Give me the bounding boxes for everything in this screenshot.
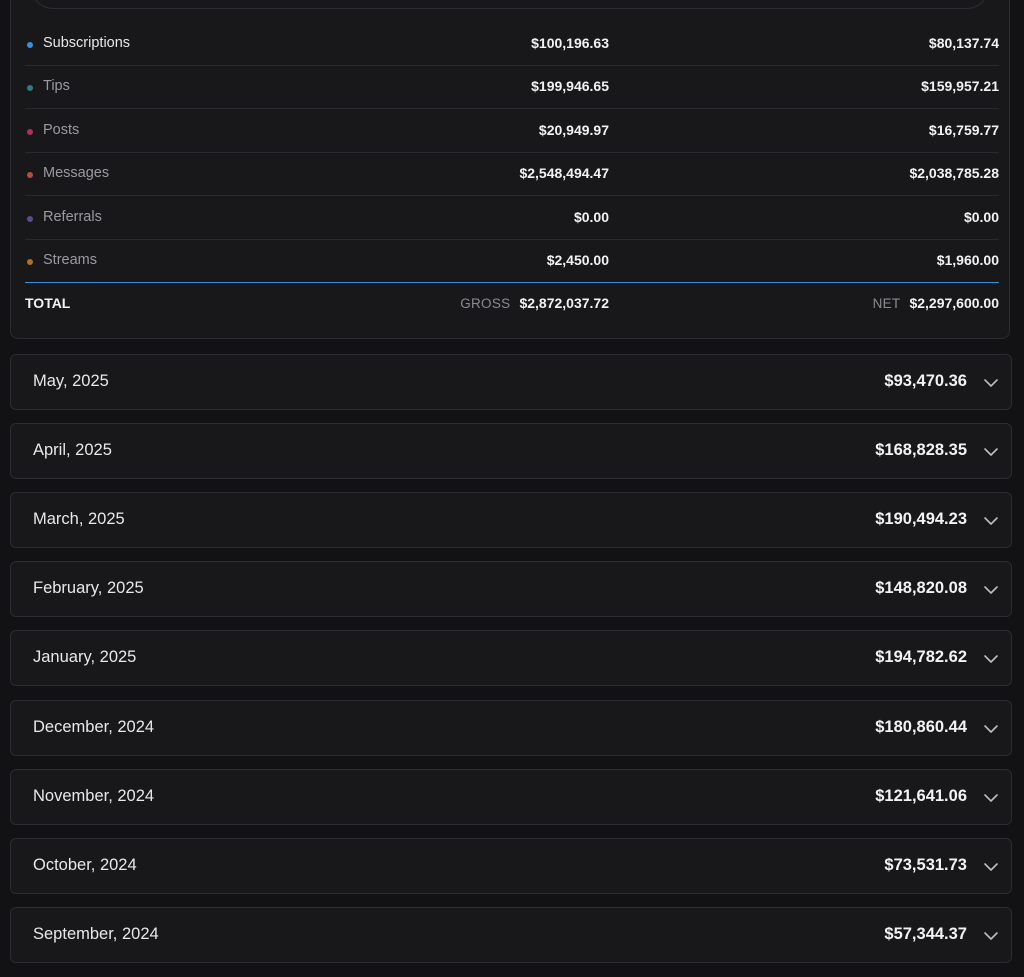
- month-amount: $73,531.73: [884, 856, 967, 874]
- month-amount: $168,828.35: [875, 441, 967, 459]
- month-accordion-october-2024[interactable]: October, 2024 $73,531.73: [10, 838, 1012, 894]
- month-accordion-january-2025[interactable]: January, 2025 $194,782.62: [10, 630, 1012, 686]
- month-name: November, 2024: [33, 787, 155, 805]
- row-label: Streams: [43, 252, 97, 268]
- chevron-down-icon[interactable]: [983, 721, 999, 737]
- month-name: May, 2025: [33, 372, 109, 390]
- total-gross-value: $2,872,037.72: [519, 295, 609, 311]
- row-net-value: $2,038,785.28: [909, 165, 999, 181]
- row-label: Posts: [43, 122, 80, 138]
- month-amount: $180,860.44: [875, 718, 967, 736]
- tips-color-dot: [27, 85, 33, 91]
- posts-color-dot: [27, 129, 33, 135]
- month-name: March, 2025: [33, 510, 125, 528]
- breakdown-row-streams: Streams $2,450.00 $1,960.00: [25, 240, 999, 283]
- month-name: December, 2024: [33, 718, 155, 736]
- chevron-down-icon[interactable]: [983, 651, 999, 667]
- row-net-value: $0.00: [963, 209, 999, 225]
- chevron-down-icon[interactable]: [983, 375, 999, 391]
- month-accordion-april-2025[interactable]: April, 2025 $168,828.35: [10, 423, 1012, 479]
- row-gross-value: $100,196.63: [531, 35, 609, 51]
- month-accordion-september-2024[interactable]: September, 2024 $57,344.37: [10, 907, 1012, 963]
- total-row: TOTAL GROSS $2,872,037.72 NET $2,297,600.0…: [25, 293, 999, 323]
- breakdown-row-posts: Posts $20,949.97 $16,759.77: [25, 110, 999, 153]
- row-net-value: $80,137.74: [928, 35, 999, 51]
- net-key: NET: [872, 296, 901, 311]
- month-accordion-february-2025[interactable]: February, 2025 $148,820.08: [10, 561, 1012, 617]
- row-gross-value: $2,548,494.47: [519, 165, 609, 181]
- row-label: Subscriptions: [43, 35, 131, 51]
- month-amount: $121,641.06: [875, 787, 967, 805]
- breakdown-row-referrals: Referrals $0.00 $0.00: [25, 197, 999, 240]
- chevron-down-icon[interactable]: [983, 859, 999, 875]
- month-name: April, 2025: [33, 441, 112, 459]
- chevron-down-icon[interactable]: [983, 928, 999, 944]
- month-accordion-march-2025[interactable]: March, 2025 $190,494.23: [10, 492, 1012, 548]
- month-accordion-november-2024[interactable]: November, 2024 $121,641.06: [10, 769, 1012, 825]
- month-amount: $190,494.23: [875, 510, 967, 528]
- row-net-value: $159,957.21: [921, 78, 999, 94]
- month-name: January, 2025: [33, 648, 137, 666]
- total-gross: GROSS $2,872,037.72: [460, 295, 609, 311]
- breakdown-row-tips: Tips $199,946.65 $159,957.21: [25, 66, 999, 109]
- total-net-value: $2,297,600.00: [909, 295, 999, 311]
- chart-container-edge: [31, 0, 989, 9]
- subscriptions-color-dot: [27, 42, 33, 48]
- total-label: TOTAL: [25, 295, 71, 311]
- chevron-down-icon[interactable]: [983, 444, 999, 460]
- total-net: NET $2,297,600.00: [873, 295, 999, 311]
- month-accordion-may-2025[interactable]: May, 2025 $93,470.36: [10, 354, 1012, 410]
- chevron-down-icon[interactable]: [983, 582, 999, 598]
- messages-color-dot: [27, 172, 33, 178]
- referrals-color-dot: [27, 216, 33, 222]
- row-gross-value: $0.00: [573, 209, 609, 225]
- row-net-value: $16,759.77: [928, 122, 999, 138]
- chevron-down-icon[interactable]: [983, 790, 999, 806]
- row-label: Referrals: [43, 209, 102, 225]
- row-net-value: $1,960.00: [936, 252, 999, 268]
- month-amount: $194,782.62: [875, 648, 967, 666]
- month-name: October, 2024: [33, 856, 137, 874]
- month-amount: $93,470.36: [884, 372, 967, 390]
- breakdown-row-subscriptions: Subscriptions $100,196.63 $80,137.74: [25, 23, 999, 66]
- earnings-breakdown-card: Subscriptions $100,196.63 $80,137.74 Tip…: [10, 0, 1010, 339]
- breakdown-row-messages: Messages $2,548,494.47 $2,038,785.28: [25, 153, 999, 196]
- row-gross-value: $20,949.97: [538, 122, 609, 138]
- chevron-down-icon[interactable]: [983, 513, 999, 529]
- month-accordion-december-2024[interactable]: December, 2024 $180,860.44: [10, 700, 1012, 756]
- row-label: Messages: [43, 165, 110, 181]
- streams-color-dot: [27, 259, 33, 265]
- month-name: February, 2025: [33, 579, 144, 597]
- row-gross-value: $199,946.65: [531, 78, 609, 94]
- gross-key: GROSS: [460, 296, 511, 311]
- row-label: Tips: [43, 78, 70, 94]
- month-amount: $57,344.37: [884, 925, 967, 943]
- month-name: September, 2024: [33, 925, 159, 943]
- month-amount: $148,820.08: [875, 579, 967, 597]
- row-gross-value: $2,450.00: [546, 252, 609, 268]
